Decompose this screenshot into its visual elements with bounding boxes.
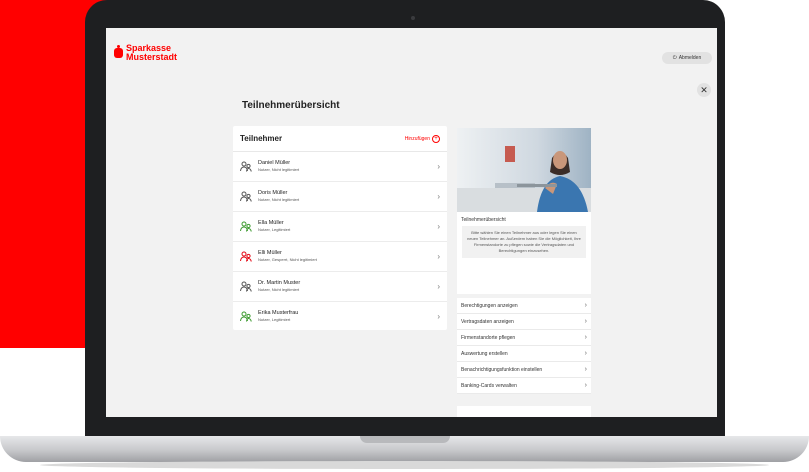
action-link[interactable]: Firmenstandorte pflegen › (457, 330, 591, 346)
participant-status: Nutzer, Nicht legitimiert (258, 197, 300, 202)
plus-circle-icon: + (432, 134, 440, 143)
laptop-shadow (40, 461, 769, 469)
close-icon: ✕ (700, 85, 708, 95)
chevron-right-icon: › (584, 382, 587, 389)
close-button[interactable]: ✕ (697, 83, 711, 97)
sparkasse-s-icon (114, 45, 123, 58)
user-group-icon (240, 191, 252, 202)
laptop-camera (411, 16, 415, 20)
info-text: Bitte wählen Sie einen Teilnehmer aus od… (462, 226, 586, 258)
participants-title: Teilnehmer (240, 134, 283, 143)
chevron-right-icon: › (437, 192, 440, 201)
chevron-right-icon: › (584, 350, 587, 357)
chevron-right-icon: › (437, 162, 440, 171)
laptop-notch (360, 436, 450, 443)
user-group-icon (240, 161, 252, 172)
participant-row[interactable]: Erika Musterfrau Nutzer, Legitimiert › (233, 302, 447, 331)
info-panel: Teilnehmerübersicht Bitte wählen Sie ein… (457, 212, 591, 294)
chevron-right-icon: › (437, 282, 440, 291)
action-link-label: Firmenstandorte pflegen (461, 334, 516, 341)
participant-name: Dr. Martin Muster (258, 280, 301, 286)
info-sidebar: Teilnehmerübersicht Bitte wählen Sie ein… (457, 124, 591, 417)
participant-name: Ella Müller (258, 220, 284, 226)
sidebar-bottom-card (457, 406, 591, 417)
action-link-label: Benachrichtigungsfunktion einstellen (461, 366, 543, 373)
participant-status: Nutzer, Legitimiert (258, 317, 291, 322)
chevron-right-icon: › (584, 318, 587, 325)
action-link[interactable]: Auswertung erstellen › (457, 346, 591, 362)
action-link-label: Auswertung erstellen (461, 350, 508, 357)
office-photo (457, 128, 591, 212)
sparkasse-logo[interactable]: Sparkasse Musterstadt (114, 44, 177, 62)
participant-status: Nutzer, Gesperrt, Nicht legitimiert (258, 257, 317, 262)
action-link[interactable]: Benachrichtigungsfunktion einstellen › (457, 362, 591, 378)
chevron-right-icon: › (584, 366, 587, 373)
page-title: Teilnehmerübersicht (242, 100, 340, 111)
participant-name: Elli Müller (258, 250, 282, 256)
action-link-label: Berechtigungen anzeigen (461, 302, 518, 309)
office-photo-image (457, 128, 591, 212)
user-group-icon (240, 251, 252, 262)
add-participant-button[interactable]: Hinzufügen + (404, 134, 440, 143)
participants-card-header: Teilnehmer Hinzufügen + (233, 126, 447, 152)
logout-label: Abmelden (678, 55, 702, 61)
participant-name: Erika Musterfrau (258, 310, 299, 316)
participant-row[interactable]: Doris Müller Nutzer, Nicht legitimiert › (233, 182, 447, 212)
brand-city: Musterstadt (126, 52, 178, 62)
user-group-icon (240, 221, 252, 232)
participant-row[interactable]: Daniel Müller Nutzer, Nicht legitimiert › (233, 152, 447, 182)
action-link-label: Vertragsdaten anzeigen (461, 318, 514, 325)
info-title: Teilnehmerübersicht (461, 217, 506, 223)
laptop-screen: Sparkasse Musterstadt ⏻ Abmelden ✕ Teiln… (106, 28, 717, 417)
action-link[interactable]: Vertragsdaten anzeigen › (457, 314, 591, 330)
logout-button[interactable]: ⏻ Abmelden (662, 52, 712, 64)
participant-name: Doris Müller (258, 190, 288, 196)
action-link[interactable]: Berechtigungen anzeigen › (457, 298, 591, 314)
participant-name: Daniel Müller (258, 160, 291, 166)
chevron-right-icon: › (584, 334, 587, 341)
chevron-right-icon: › (437, 312, 440, 321)
chevron-right-icon: › (437, 222, 440, 231)
action-link[interactable]: Banking-Cards verwalten › (457, 378, 591, 394)
action-links: Berechtigungen anzeigen › Vertragsdaten an… (457, 298, 591, 394)
add-label: Hinzufügen (404, 135, 430, 142)
power-icon: ⏻ (672, 55, 677, 61)
user-group-icon (240, 281, 252, 292)
chevron-right-icon: › (584, 302, 587, 309)
user-group-icon (240, 311, 252, 322)
participant-row[interactable]: Ella Müller Nutzer, Legitimiert › (233, 212, 447, 242)
participants-card: Teilnehmer Hinzufügen + Daniel Müller Nut… (233, 126, 447, 330)
chevron-right-icon: › (437, 252, 440, 261)
action-link-label: Banking-Cards verwalten (461, 382, 517, 389)
participant-status: Nutzer, Nicht legitimiert (258, 287, 300, 292)
participant-status: Nutzer, Nicht legitimiert (258, 167, 300, 172)
participant-row[interactable]: Dr. Martin Muster Nutzer, Nicht legitimie… (233, 272, 447, 302)
participant-status: Nutzer, Legitimiert (258, 227, 291, 232)
participant-row[interactable]: Elli Müller Nutzer, Gesperrt, Nicht legit… (233, 242, 447, 272)
